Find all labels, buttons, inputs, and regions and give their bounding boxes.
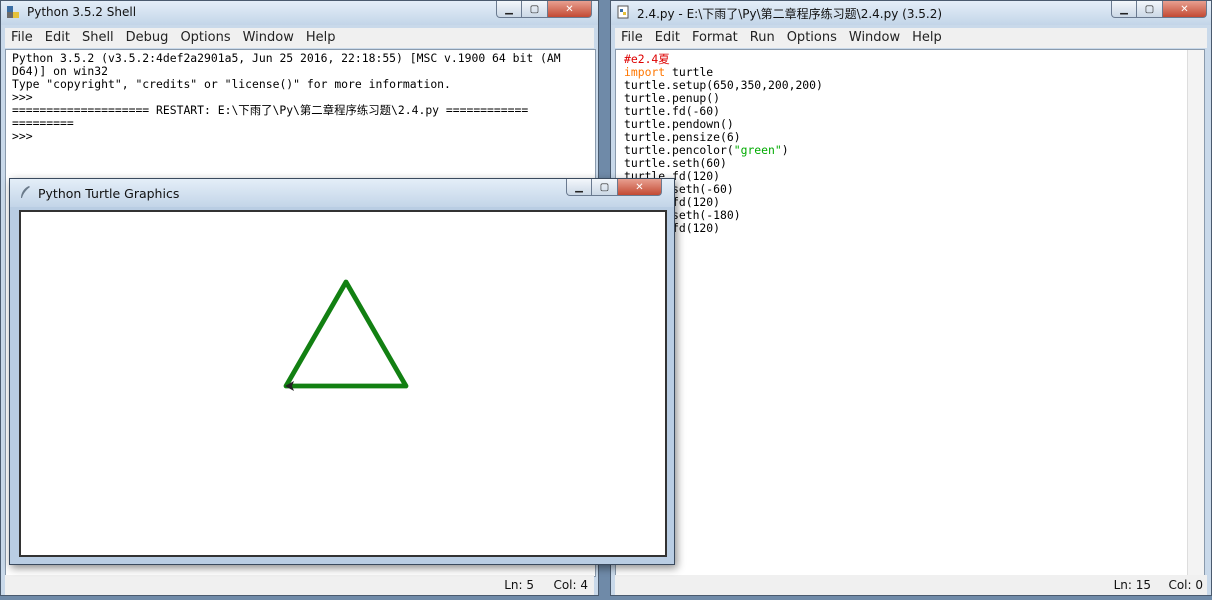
menu-options[interactable]: Options (781, 28, 843, 48)
maximize-button[interactable]: ▢ (592, 179, 618, 196)
import-module: turtle (665, 65, 714, 79)
close-icon: ✕ (565, 3, 574, 15)
menu-window[interactable]: Window (843, 28, 906, 48)
close-icon: ✕ (1180, 3, 1189, 15)
code-editor[interactable]: #e2.4夏 import turtle turtle.setup(650,35… (615, 49, 1205, 577)
minimize-icon: ▁ (575, 181, 583, 193)
minimize-button[interactable]: ▁ (566, 179, 592, 196)
shell-menubar: File Edit Shell Debug Options Window Hel… (5, 28, 594, 48)
pencolor-close: ) (781, 143, 789, 157)
menu-window[interactable]: Window (237, 28, 300, 48)
minimize-button[interactable]: ▁ (496, 1, 522, 18)
shell-titlebar[interactable]: Python 3.5.2 Shell ▁ ▢ ✕ (1, 1, 598, 25)
menu-edit[interactable]: Edit (649, 28, 686, 48)
minimize-button[interactable]: ▁ (1111, 1, 1137, 18)
pencolor-call: turtle.pencolor( (624, 143, 734, 157)
maximize-button[interactable]: ▢ (522, 1, 548, 18)
close-button[interactable]: ✕ (548, 1, 592, 18)
turtle-canvas[interactable] (19, 210, 667, 557)
menu-help[interactable]: Help (906, 28, 948, 48)
editor-titlebar[interactable]: 2.4.py - E:\下雨了\Py\第二章程序练习题\2.4.py (3.5.… (611, 1, 1211, 25)
menu-options[interactable]: Options (174, 28, 236, 48)
menu-file[interactable]: File (615, 28, 649, 48)
editor-menubar: File Edit Format Run Options Window Help (615, 28, 1207, 48)
menu-run[interactable]: Run (744, 28, 781, 48)
python-icon (7, 6, 19, 18)
menu-shell[interactable]: Shell (76, 28, 120, 48)
editor-title: 2.4.py - E:\下雨了\Py\第二章程序练习题\2.4.py (3.5.… (637, 7, 943, 21)
editor-window: 2.4.py - E:\下雨了\Py\第二章程序练习题\2.4.py (3.5.… (610, 0, 1212, 596)
maximize-icon: ▢ (1144, 3, 1155, 15)
shell-line: ========= (12, 116, 74, 130)
menu-debug[interactable]: Debug (120, 28, 175, 48)
turtle-drawing (283, 279, 409, 391)
import-keyword: import (624, 65, 666, 79)
turtle-window: Python Turtle Graphics ▁ ▢ ✕ (9, 178, 675, 565)
minimize-icon: ▁ (1120, 3, 1128, 15)
menu-edit[interactable]: Edit (39, 28, 76, 48)
maximize-button[interactable]: ▢ (1137, 1, 1163, 18)
close-icon: ✕ (635, 181, 644, 193)
line-number: Ln: 5 (504, 578, 534, 592)
turtle-titlebar[interactable]: Python Turtle Graphics ▁ ▢ ✕ (10, 179, 674, 207)
column-number: Col: 0 (1168, 578, 1203, 592)
feather-icon (21, 186, 30, 198)
python-file-icon (617, 5, 629, 19)
vertical-scrollbar[interactable] (1187, 50, 1204, 576)
menu-file[interactable]: File (5, 28, 39, 48)
shell-title: Python 3.5.2 Shell (27, 5, 137, 19)
pencolor-string: "green" (733, 143, 782, 157)
turtle-title: Python Turtle Graphics (38, 186, 180, 201)
shell-prompt: >>> (12, 129, 40, 143)
column-number: Col: 4 (553, 578, 588, 592)
restart-line: ==================== RESTART: E:\下雨了\Py\… (12, 103, 529, 117)
close-button[interactable]: ✕ (1163, 1, 1207, 18)
menu-help[interactable]: Help (300, 28, 342, 48)
green-triangle (283, 279, 409, 389)
code-line: turtle.fd(120) (624, 222, 1196, 235)
menu-format[interactable]: Format (686, 28, 744, 48)
maximize-icon: ▢ (529, 3, 540, 15)
maximize-icon: ▢ (599, 181, 610, 193)
shell-line: Type "copyright", "credits" or "license(… (12, 77, 451, 91)
minimize-icon: ▁ (505, 3, 513, 15)
shell-statusbar: Ln: 5 Col: 4 (5, 575, 594, 595)
editor-statusbar: Ln: 15 Col: 0 (615, 575, 1207, 595)
close-button[interactable]: ✕ (618, 179, 662, 196)
line-number: Ln: 15 (1113, 578, 1151, 592)
